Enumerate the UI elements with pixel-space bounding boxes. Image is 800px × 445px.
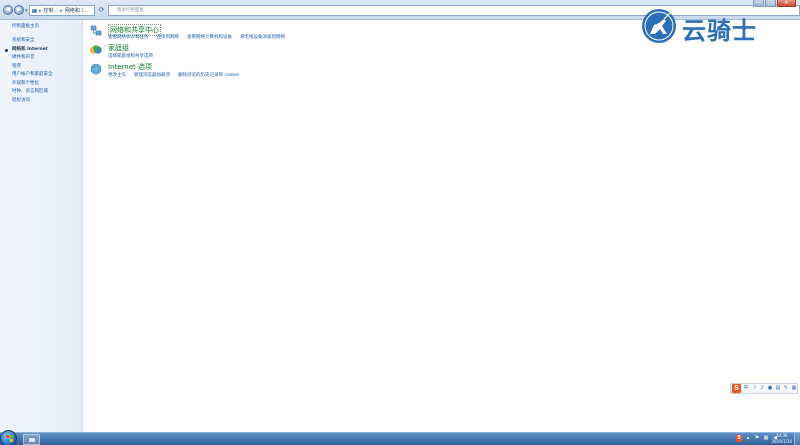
breadcrumb-control-panel[interactable]: 控制... [44, 7, 59, 14]
breadcrumb-separator-icon: ▸ [60, 7, 63, 14]
ime-punctuation-icon[interactable]: ♪ [759, 385, 765, 392]
sidebar: 控制面板主页 系统和安全 网络和 Internet 硬件和声音 程序 用户帐户和… [0, 20, 83, 432]
category-title-internet-options[interactable]: Internet 选项 [108, 62, 152, 72]
ime-half-width-icon[interactable]: ☽ [751, 385, 757, 392]
start-button[interactable] [0, 430, 17, 445]
category-links: 选择家庭组和共享选项 [108, 53, 153, 59]
forward-button[interactable]: ▶ [14, 5, 24, 15]
ime-toolbox-icon[interactable]: ▦ [791, 385, 797, 392]
sidebar-item-programs[interactable]: 程序 [12, 63, 53, 72]
link-change-home-page[interactable]: 更改主页 [108, 72, 126, 78]
category-title-homegroup[interactable]: 家庭组 [108, 43, 129, 53]
recent-pages-dropdown-icon[interactable]: ▾ [25, 8, 28, 14]
sidebar-item-hardware-sound[interactable]: 硬件和声音 [12, 54, 53, 63]
breadcrumb-network-internet[interactable]: 网络和 I... [65, 7, 88, 14]
ime-toolbar: S 中 ☽ ♪ ● ▤ ✎ ▦ [730, 383, 798, 394]
control-panel-folder-icon [32, 8, 37, 13]
homegroup-icon [90, 45, 102, 54]
windows-logo-icon [6, 435, 13, 442]
ime-voice-icon[interactable]: ● [767, 385, 773, 392]
show-desktop-button[interactable] [794, 433, 800, 445]
address-field[interactable]: ▸ 控制... ▸ 网络和 I... [29, 5, 95, 16]
back-button[interactable]: ◀ [3, 5, 13, 15]
watermark-logo: 云骑士 [640, 6, 790, 46]
sidebar-item-network-internet[interactable]: 网络和 Internet [5, 46, 53, 55]
sidebar-item-user-accounts[interactable]: 用户帐户和家庭安全 [12, 71, 53, 80]
link-homegroup-sharing-options[interactable]: 选择家庭组和共享选项 [108, 53, 153, 59]
ime-chinese-mode-icon[interactable]: 中 [743, 385, 749, 392]
taskbar: S ▴ ⚑ ▦ ◀ 14:36 2019/1/26 [0, 430, 800, 445]
breadcrumb-separator-icon: ▸ [39, 7, 42, 14]
link-delete-browsing-history[interactable]: 删除浏览的历史记录和 cookie [178, 72, 239, 78]
tray-network-icon[interactable]: ▦ [763, 435, 769, 442]
refresh-icon[interactable]: ⟳ [97, 6, 106, 15]
taskbar-clock[interactable]: 14:36 2019/1/26 [771, 433, 792, 444]
sidebar-item-ease-of-access[interactable]: 轻松访问 [12, 97, 53, 106]
sidebar-item-clock-language[interactable]: 时钟、语言和区域 [12, 88, 53, 97]
sidebar-home-link[interactable]: 控制面板主页 [12, 23, 39, 29]
internet-globe-icon [90, 63, 102, 75]
link-view-network-status[interactable]: 查看网络状态和任务 [108, 34, 149, 40]
clock-date: 2019/1/26 [771, 438, 792, 444]
sidebar-list: 系统和安全 网络和 Internet 硬件和声音 程序 用户帐户和家庭安全 外观… [5, 37, 53, 106]
taskbar-control-panel-window[interactable] [23, 434, 40, 445]
link-view-network-computers[interactable]: 查看网络计算机和设备 [187, 34, 232, 40]
category-links: 更改主页 管理浏览器加载项 删除浏览的历史记录和 cookie [108, 72, 239, 78]
tray-ime-icon[interactable]: S [736, 435, 742, 442]
explorer-window-icon [28, 437, 36, 443]
category-links: 查看网络状态和任务 连接到网络 查看网络计算机和设备 将无线设备添加到网络 [108, 34, 285, 40]
sidebar-item-appearance[interactable]: 外观和个性化 [12, 80, 53, 89]
sidebar-item-system-security[interactable]: 系统和安全 [12, 37, 53, 46]
link-connect-to-network[interactable]: 连接到网络 [157, 34, 180, 40]
ime-skin-icon[interactable]: ✎ [783, 385, 789, 392]
sogou-ime-icon[interactable]: S [732, 384, 741, 393]
ime-keyboard-icon[interactable]: ▤ [775, 385, 781, 392]
knight-logo-icon [642, 9, 676, 43]
network-icon [90, 25, 102, 36]
link-manage-browser-addons[interactable]: 管理浏览器加载项 [134, 72, 170, 78]
watermark-text: 云骑士 [682, 17, 757, 45]
tray-flag-icon[interactable]: ⚑ [754, 435, 760, 442]
tray-expand-icon[interactable]: ▴ [745, 435, 751, 442]
main-content: 网络和共享中心 查看网络状态和任务 连接到网络 查看网络计算机和设备 将无线设备… [84, 20, 800, 432]
link-add-wireless-device[interactable]: 将无线设备添加到网络 [240, 34, 285, 40]
